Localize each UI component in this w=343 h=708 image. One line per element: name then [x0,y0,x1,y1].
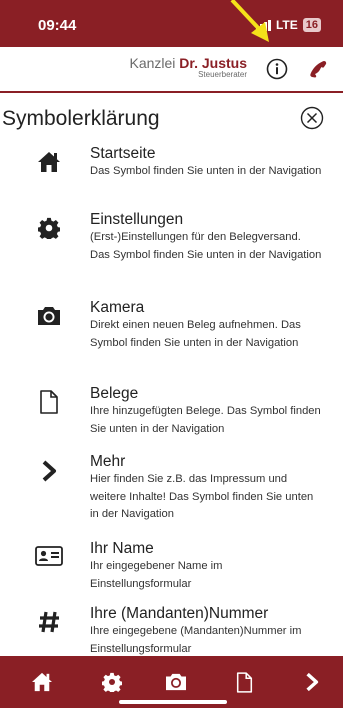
phone-icon[interactable] [308,59,328,79]
battery-badge: 16 [302,18,321,32]
legend-item-description: Ihre eingegebene (Mandanten)Nummer im Ei… [90,625,302,655]
legend-item-description: Das Symbol finden Sie unten in der Navig… [90,165,322,177]
home-indicator[interactable] [119,700,227,704]
hashtag-icon [34,607,64,637]
legend-item-title: Einstellungen [90,211,184,228]
brand-subtitle: Steuerberater [198,70,247,79]
legend-item-description: Ihre hinzugefügten Belege. Das Symbol fi… [90,405,321,435]
legend-item-title: Startseite [90,145,156,162]
status-time: 09:44 [38,17,77,34]
camera-icon [34,301,64,331]
brand-prefix: Kanzlei [129,55,180,71]
nav-document-icon[interactable] [230,668,258,696]
nav-more-chevron-right-icon[interactable] [298,668,326,696]
legend-item-title: Ihre (Mandanten)Nummer [90,605,269,622]
panel-title: Symbolerklärung [2,107,160,130]
legend-item-title: Belege [90,385,139,402]
legend-item-title: Kamera [90,299,145,316]
legend-item-description: (Erst-)Einstellungen für den Belegversan… [90,231,322,261]
legend-item-title: Ihr Name [90,540,154,557]
gear-icon [34,213,64,243]
status-bar: 09:44 LTE 16 [0,0,343,47]
nav-camera-icon[interactable] [162,668,190,696]
id-card-icon [34,541,64,571]
app-header: Kanzlei Dr. Justus Steuerberater [0,47,343,93]
annotation-arrow [230,0,269,42]
legend-item-description: Direkt einen neuen Beleg aufnehmen. Das … [90,319,301,349]
brand-name: Dr. Justus [179,55,247,71]
brand-logo: Kanzlei Dr. Justus Steuerberater [120,55,247,79]
legend-item-description: Hier finden Sie z.B. das Impressum und w… [90,473,314,520]
close-circle-icon[interactable] [300,106,324,130]
home-icon [34,147,64,177]
nav-home-icon[interactable] [28,668,56,696]
legend-item-title: Mehr [90,453,126,470]
nav-settings-gear-icon[interactable] [98,668,126,696]
info-icon[interactable] [266,58,288,80]
symbol-legend-panel: Symbolerklärung Startseite Das Symbol fi… [0,93,343,656]
legend-item-description: Ihr eingegebener Name im Einstellungsfor… [90,560,223,590]
document-icon [34,387,64,417]
chevron-right-icon [34,456,64,486]
